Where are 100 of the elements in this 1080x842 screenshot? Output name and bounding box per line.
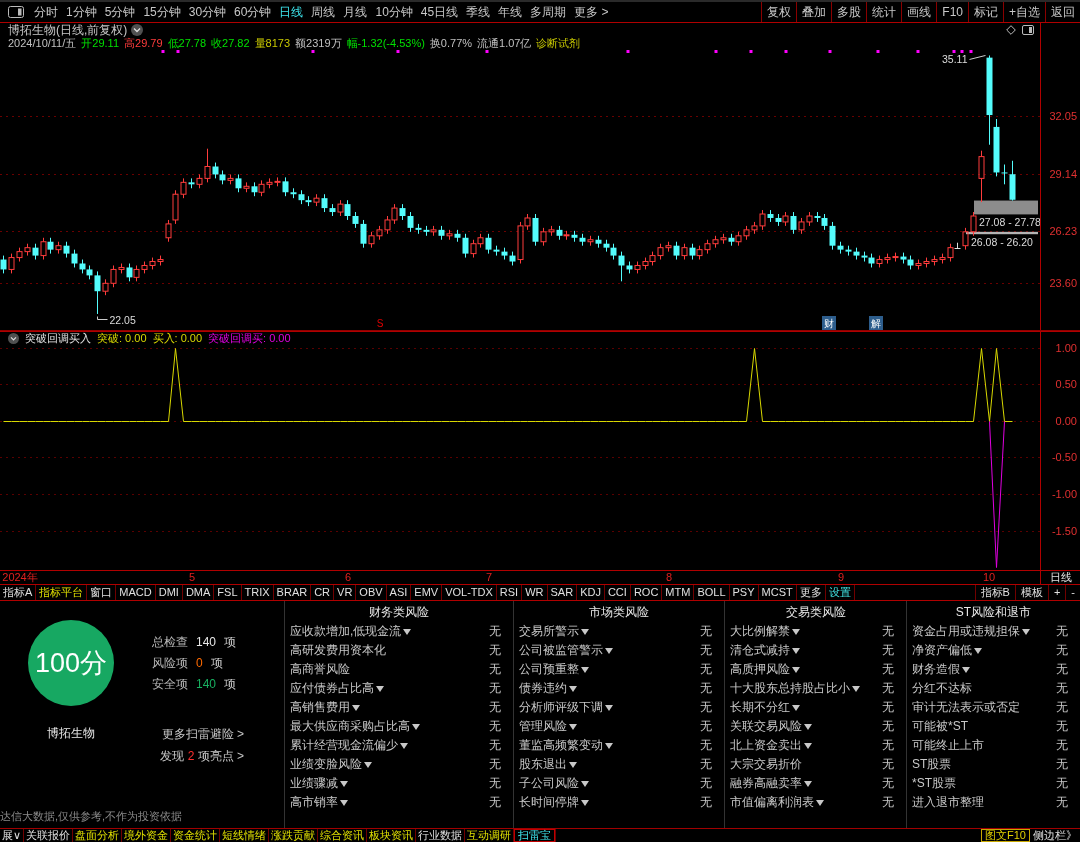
toolbar-button[interactable]: 标记 [968,2,1003,22]
bottom-tab[interactable]: 行业数据 [416,829,466,842]
caret-icon[interactable] [569,761,577,768]
caret-icon[interactable] [852,685,860,692]
caret-icon[interactable] [792,628,800,635]
indicator-tab[interactable]: 设置 [825,585,855,600]
caret-icon[interactable] [569,723,577,730]
caret-icon[interactable] [581,780,589,787]
indicator-tab[interactable]: MACD [116,585,156,600]
indicator-tab[interactable]: 指标平台 [36,585,88,600]
bottom-tab[interactable]: 扫雷宝 [514,829,557,842]
toolbar-button[interactable]: +自选 [1003,2,1045,22]
caret-icon[interactable] [974,647,982,654]
bottom-tab[interactable]: 展∨ [0,829,25,842]
indicator-tab[interactable]: CR [311,585,335,600]
bottom-tab[interactable]: 资金统计 [171,829,221,842]
period-tab[interactable]: 多周期 [526,2,571,22]
caret-icon[interactable] [352,704,360,711]
caret-icon[interactable] [376,685,384,692]
highlights-link[interactable]: 发现 2 项亮点 > [160,749,244,763]
toolbar-button[interactable]: 多股 [831,2,867,22]
indicator-tab[interactable]: TRIX [241,585,274,600]
toolbar-button[interactable]: 返回 [1045,2,1080,22]
indicator-tab[interactable]: ROC [630,585,663,600]
period-tab[interactable]: 月线 [339,2,372,22]
caret-icon[interactable] [581,799,589,806]
period-tab[interactable]: 45日线 [416,2,463,22]
indicator-tab[interactable]: BOLL [694,585,730,600]
indicator-tab[interactable]: + [1047,585,1066,600]
indicator-tab[interactable]: DMA [182,585,215,600]
indicator-tab[interactable]: DMI [155,585,183,600]
caret-icon[interactable] [340,799,348,806]
caret-icon[interactable] [605,742,613,749]
toolbar-button[interactable]: 画线 [901,2,937,22]
toolbar-button[interactable]: 统计 [866,2,902,22]
bottom-tab[interactable]: 涨跌贡献 [269,829,319,842]
panel-toggle-icon[interactable] [8,6,24,18]
indicator-tab[interactable]: PSY [729,585,759,600]
indicator-tab[interactable]: ASI [386,585,412,600]
diamond-icon[interactable] [1006,25,1016,35]
caret-icon[interactable] [412,723,420,730]
caret-icon[interactable] [400,742,408,749]
period-tab[interactable]: 日线 [275,2,308,22]
indicator-menu-icon[interactable] [8,333,19,344]
indicator-tab[interactable]: 窗口 [87,585,117,600]
indicator-tab[interactable]: SAR [547,585,578,600]
caret-icon[interactable] [1022,628,1030,635]
indicator-tab[interactable]: 指标A [0,585,37,600]
caret-icon[interactable] [364,761,372,768]
caret-icon[interactable] [804,780,812,787]
period-tab[interactable]: 1分钟 [62,2,101,22]
panel-icon[interactable] [1022,25,1034,35]
indicator-tab[interactable]: VOL-TDX [442,585,497,600]
caret-icon[interactable] [792,666,800,673]
caret-icon[interactable] [581,628,589,635]
indicator-tab[interactable]: 模板 [1014,585,1048,600]
side-button[interactable]: 图文F10 [981,829,1030,842]
caret-icon[interactable] [605,647,613,654]
period-tab[interactable]: 15分钟 [139,2,185,22]
indicator-tab[interactable]: FSL [214,585,242,600]
indicator-tab[interactable]: VR [334,585,357,600]
event-badge[interactable]: 解 [869,316,883,330]
more-scan-link[interactable]: 更多扫雷避险 > [161,727,244,741]
caret-icon[interactable] [569,685,577,692]
indicator-tab[interactable]: BRAR [273,585,312,600]
bottom-tab[interactable]: 板块资讯 [367,829,417,842]
caret-icon[interactable] [340,780,348,787]
dropdown-icon[interactable] [131,24,144,36]
indicator-tab[interactable]: KDJ [577,585,605,600]
toolbar-button[interactable]: F10 [936,2,968,22]
indicator-tab[interactable]: 更多 [796,585,826,600]
caret-icon[interactable] [581,666,589,673]
indicator-tab[interactable]: OBV [356,585,387,600]
indicator-tab[interactable]: - [1065,585,1080,600]
caret-icon[interactable] [403,628,412,635]
indicator-tab[interactable]: MTM [662,585,695,600]
caret-icon[interactable] [816,799,824,806]
caret-icon[interactable] [792,704,800,711]
caret-icon[interactable] [962,666,970,673]
caret-icon[interactable] [605,704,613,711]
period-tab[interactable]: 10分钟 [371,2,417,22]
period-tab[interactable]: 年线 [494,2,527,22]
caret-icon[interactable] [792,647,800,654]
bottom-tab[interactable]: 盘面分析 [73,829,123,842]
event-badge[interactable]: 财 [822,316,836,330]
indicator-tab[interactable]: CCI [604,585,631,600]
period-tab[interactable]: 5分钟 [100,2,140,22]
toolbar-button[interactable]: 叠加 [796,2,832,22]
indicator-tab[interactable]: 指标B [974,585,1015,600]
period-tab[interactable]: 周线 [307,2,340,22]
bottom-tab[interactable]: 境外资金 [122,829,172,842]
period-tab[interactable]: 更多 > [570,2,613,22]
bottom-tab[interactable]: 综合资讯 [318,829,368,842]
period-tab[interactable]: 季线 [462,2,495,22]
bottom-tab[interactable]: 关联报价 [24,829,74,842]
indicator-tab[interactable]: MCST [758,585,797,600]
period-tab[interactable]: 30分钟 [184,2,231,22]
caret-icon[interactable] [804,742,812,749]
bottom-tab[interactable]: 互动调研 [465,829,515,842]
indicator-tab[interactable]: RSI [496,585,523,600]
